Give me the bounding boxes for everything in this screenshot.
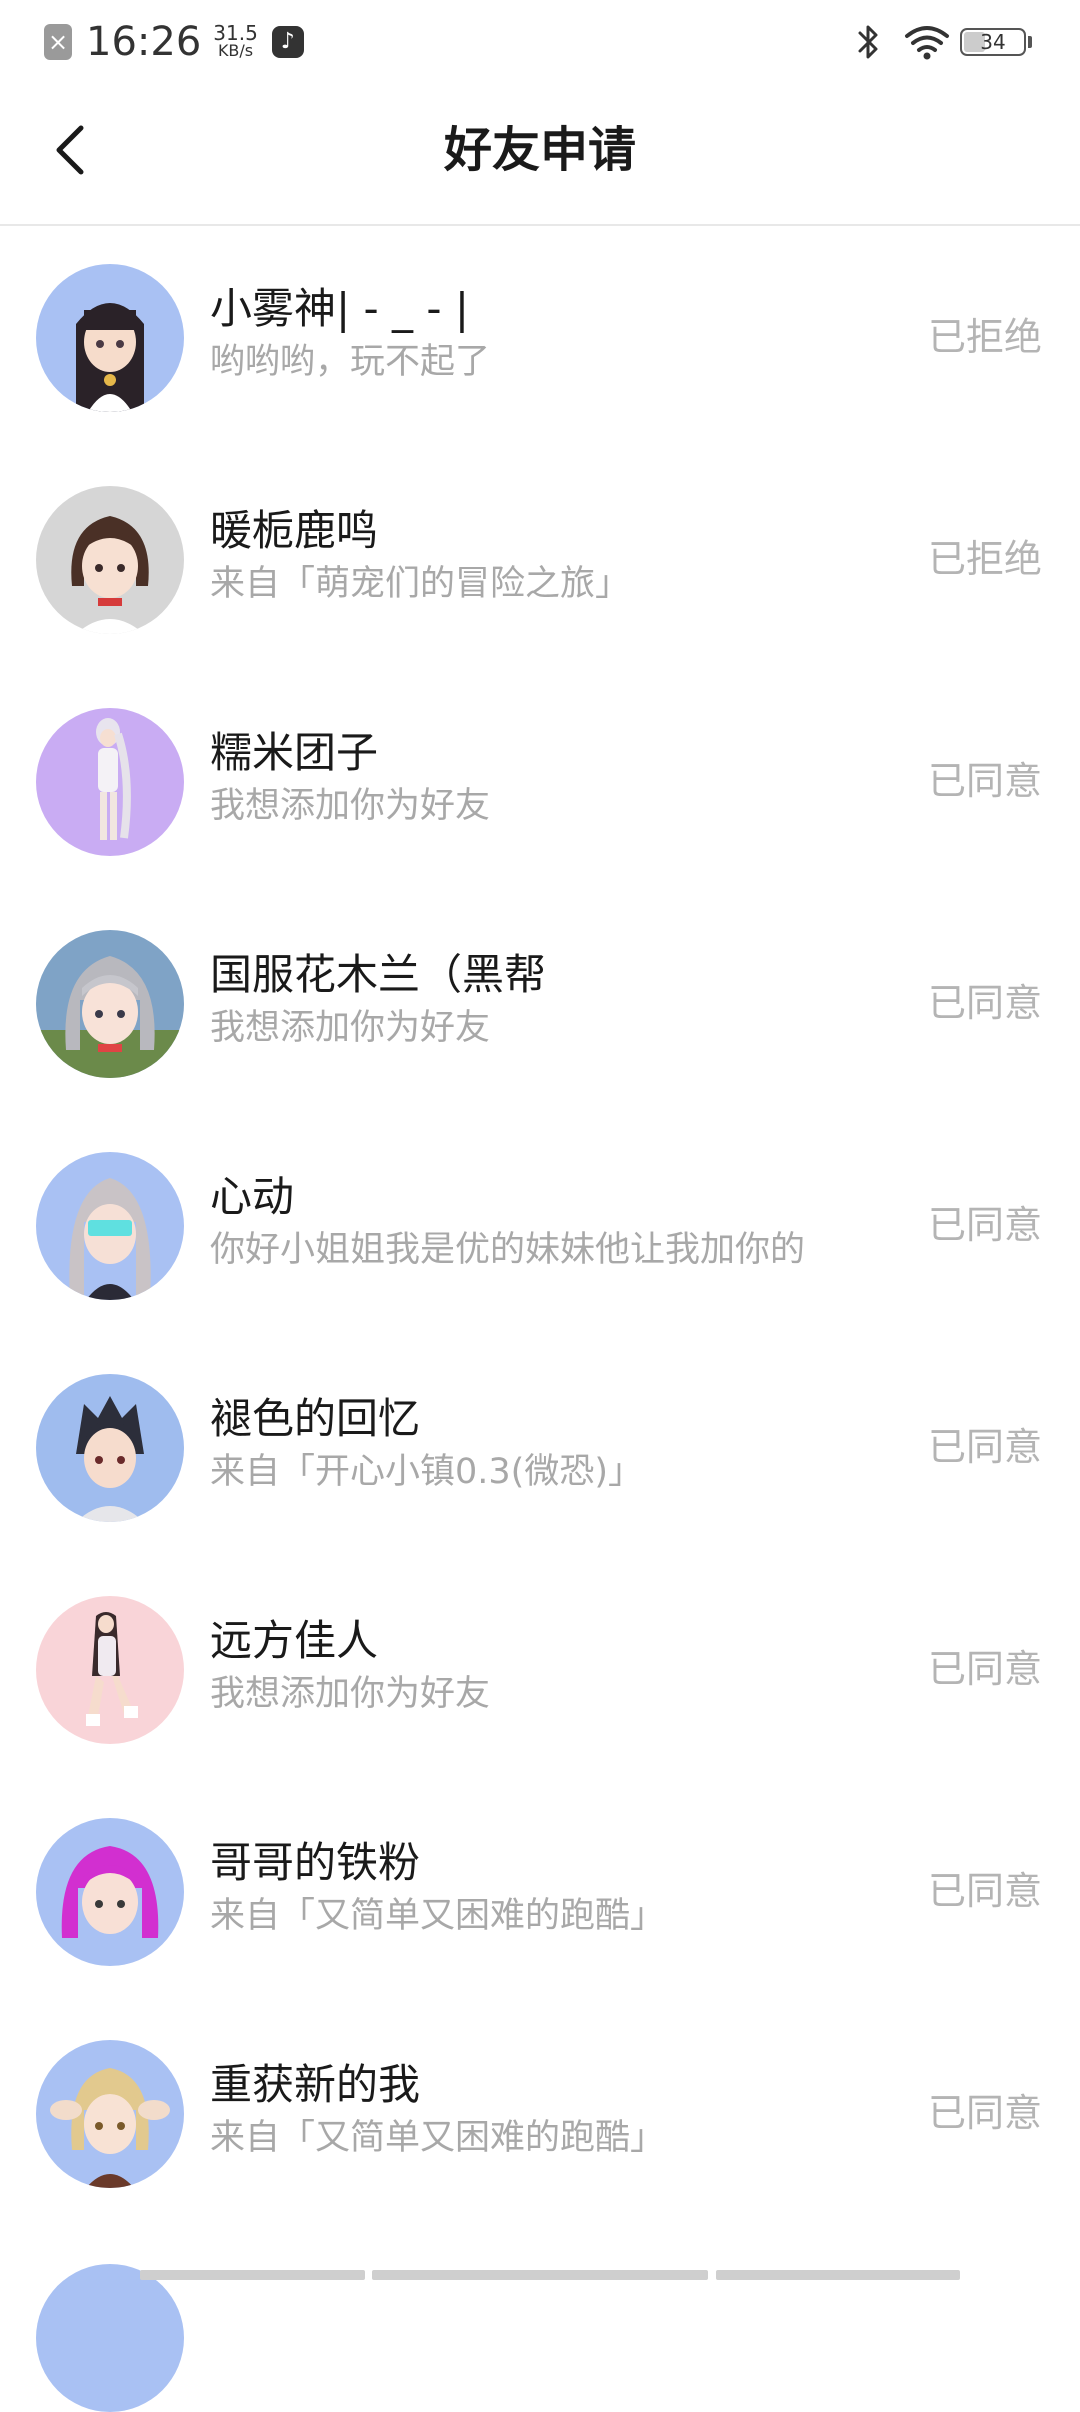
request-message: 来自「又简单又困难的跑酷」	[210, 2118, 666, 2158]
bottom-tab-indicator	[372, 2270, 708, 2280]
network-speed-value: 31.5	[213, 21, 258, 45]
friend-request-list: 小雾神| - _ - | 哟哟哟，玩不起了 已拒绝 暖栀鹿鸣 来自「萌宠们的冒险…	[0, 226, 1080, 2224]
requester-name: 重获新的我	[210, 2060, 421, 2109]
friend-request-item[interactable]: 糯米团子 我想添加你为好友 已同意	[0, 670, 1080, 892]
request-message: 哟哟哟，玩不起了	[210, 342, 491, 382]
request-status: 已拒绝	[927, 537, 1042, 581]
status-bar: × 16:26 31.5 KB/s ♪ 34	[0, 0, 1080, 84]
notification-x-icon: ×	[44, 24, 72, 60]
status-bar-left: × 16:26 31.5 KB/s ♪	[44, 18, 304, 66]
bottom-tab-indicator	[140, 2270, 365, 2280]
request-message: 我想添加你为好友	[210, 1674, 491, 1714]
requester-name: 哥哥的铁粉	[210, 1838, 421, 1887]
friend-request-item[interactable]: 心动 你好小姐姐我是优的妹妹他让我加你的 已同意	[0, 1114, 1080, 1336]
request-status: 已拒绝	[927, 315, 1042, 359]
request-status: 已同意	[927, 1647, 1042, 1691]
avatar[interactable]	[36, 1818, 184, 1966]
friend-request-item[interactable]: 哥哥的铁粉 来自「又简单又困难的跑酷」 已同意	[0, 1780, 1080, 2002]
avatar[interactable]	[36, 486, 184, 634]
status-bar-right: 34	[854, 20, 1032, 64]
friend-request-item[interactable]: 暖栀鹿鸣 来自「萌宠们的冒险之旅」 已拒绝	[0, 448, 1080, 670]
requester-name: 褪色的回忆	[210, 1394, 421, 1443]
avatar[interactable]	[36, 2040, 184, 2188]
requester-name: 国服花木兰（黑帮	[210, 950, 547, 999]
request-message: 来自「又简单又困难的跑酷」	[210, 1896, 666, 1936]
requester-name: 远方佳人	[210, 1616, 379, 1665]
network-speed: 31.5 KB/s	[213, 21, 258, 60]
avatar[interactable]	[36, 1152, 184, 1300]
request-message: 来自「萌宠们的冒险之旅」	[210, 564, 631, 604]
request-message: 你好小姐姐我是优的妹妹他让我加你的	[210, 1230, 806, 1270]
requester-name: 糯米团子	[210, 728, 379, 777]
friend-request-item-partial[interactable]	[0, 2220, 1080, 2412]
avatar[interactable]	[36, 708, 184, 856]
page-title: 好友申请	[443, 122, 636, 178]
network-speed-unit: KB/s	[217, 41, 254, 60]
battery-tip	[1028, 36, 1032, 48]
request-message: 来自「开心小镇0.3(微恐)」	[210, 1452, 643, 1492]
avatar[interactable]	[36, 264, 184, 412]
avatar[interactable]	[36, 1374, 184, 1522]
status-time: 16:26	[86, 19, 202, 65]
friend-request-item[interactable]: 远方佳人 我想添加你为好友 已同意	[0, 1558, 1080, 1780]
request-status: 已同意	[927, 1869, 1042, 1913]
request-status: 已同意	[927, 759, 1042, 803]
request-message: 我想添加你为好友	[210, 1008, 491, 1048]
requester-name: 小雾神| - _ - |	[210, 284, 470, 333]
friend-request-item[interactable]: 重获新的我 来自「又简单又困难的跑酷」 已同意	[0, 2002, 1080, 2224]
tiktok-icon: ♪	[271, 26, 304, 58]
avatar[interactable]	[36, 930, 184, 1078]
nav-bar: 好友申请	[0, 84, 1080, 226]
requester-name: 暖栀鹿鸣	[210, 506, 379, 555]
request-message: 我想添加你为好友	[210, 786, 491, 826]
avatar[interactable]	[36, 1596, 184, 1744]
request-status: 已同意	[927, 1425, 1042, 1469]
avatar[interactable]	[36, 2264, 184, 2412]
battery-level: 34	[980, 30, 1006, 54]
friend-request-item[interactable]: 国服花木兰（黑帮 我想添加你为好友 已同意	[0, 892, 1080, 1114]
battery-icon: 34	[960, 28, 1026, 56]
friend-request-item[interactable]: 褪色的回忆 来自「开心小镇0.3(微恐)」 已同意	[0, 1336, 1080, 1558]
requester-name: 心动	[210, 1172, 295, 1221]
request-status: 已同意	[927, 2091, 1042, 2135]
friend-request-item[interactable]: 小雾神| - _ - | 哟哟哟，玩不起了 已拒绝	[0, 226, 1080, 448]
bottom-tab-indicator	[716, 2270, 960, 2280]
request-status: 已同意	[927, 1203, 1042, 1247]
request-status: 已同意	[927, 981, 1042, 1025]
wifi-icon	[905, 26, 949, 60]
bluetooth-icon	[858, 25, 878, 59]
